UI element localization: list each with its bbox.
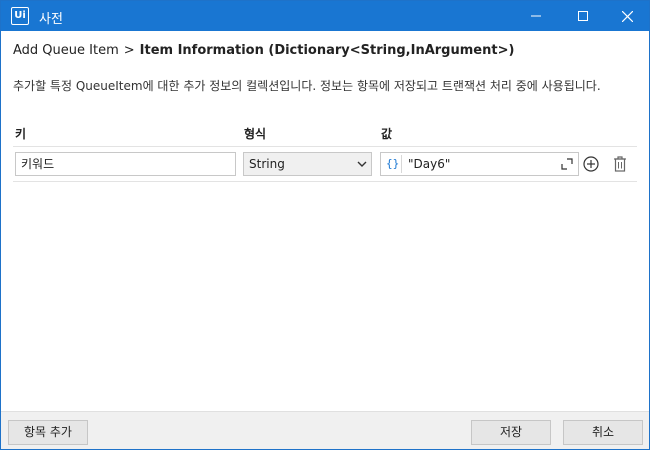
breadcrumb: Add Queue Item > Item Information (Diction…: [13, 43, 514, 58]
window-title: 사전: [39, 12, 63, 27]
type-select-value: String: [249, 157, 285, 171]
close-button[interactable]: [605, 1, 649, 31]
close-icon: [621, 10, 633, 22]
minimize-button[interactable]: [514, 1, 558, 31]
value-expression-text: "Day6": [408, 157, 451, 171]
title-bar[interactable]: Ui 사전: [1, 1, 649, 31]
breadcrumb-separator: >: [123, 43, 135, 58]
breadcrumb-parent[interactable]: Add Queue Item: [13, 43, 119, 58]
column-header-type: 형식: [244, 127, 267, 141]
plus-circle-icon: [583, 156, 599, 172]
dialog-footer: 항목 추가 저장 취소: [1, 411, 649, 449]
uipath-logo-icon: Ui: [11, 7, 29, 25]
dictionary-dialog: Ui 사전 Add Queue Item > Item Information (D…: [0, 0, 650, 450]
value-expression-field[interactable]: {} "Day6": [380, 152, 579, 176]
trash-icon: [614, 156, 626, 172]
save-button[interactable]: 저장: [471, 420, 551, 445]
minimize-icon: [531, 15, 541, 17]
maximize-button[interactable]: [561, 1, 605, 31]
key-input[interactable]: 키워드: [15, 152, 236, 176]
chevron-down-icon: [357, 161, 367, 167]
column-header-value: 값: [381, 127, 393, 141]
expand-editor-icon[interactable]: [561, 158, 573, 170]
description-text: 추가할 특정 QueueItem에 대한 추가 정보의 컬렉션입니다. 정보는 …: [13, 79, 601, 93]
type-select[interactable]: String: [243, 152, 372, 176]
row-divider: [13, 181, 637, 182]
value-field-divider: [401, 155, 402, 173]
header-divider: [13, 146, 637, 147]
expression-braces-icon: {}: [386, 157, 400, 170]
add-argument-button[interactable]: [581, 152, 601, 176]
delete-row-button[interactable]: [610, 152, 630, 176]
cancel-button[interactable]: 취소: [563, 420, 643, 445]
breadcrumb-current: Item Information (Dictionary<String,InAr…: [139, 43, 515, 58]
column-header-key: 키: [15, 127, 27, 141]
add-item-button[interactable]: 항목 추가: [8, 420, 88, 445]
maximize-icon: [578, 11, 588, 21]
